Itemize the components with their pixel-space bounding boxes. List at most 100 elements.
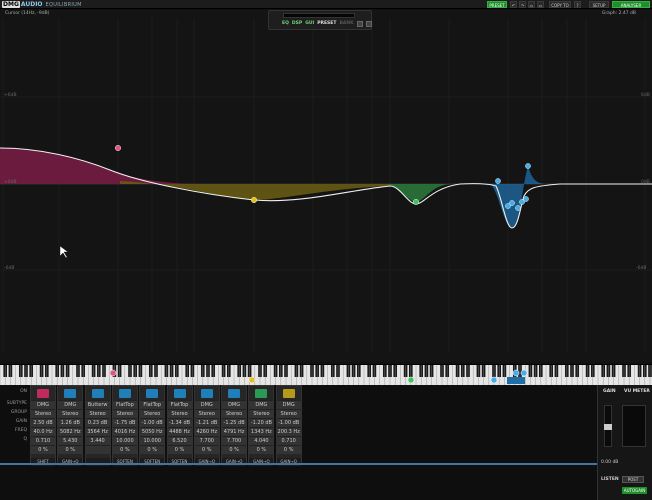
output-gain-fader[interactable]	[604, 405, 612, 447]
band-toggle-icon[interactable]	[113, 386, 137, 400]
piano-marker-cluster[interactable]	[507, 377, 525, 384]
preset-name-field[interactable]	[283, 13, 355, 18]
band-toggle-icon[interactable]	[140, 386, 164, 400]
band-column-1[interactable]: DMG Stereo 2.50 dB 40.0 Hz 0.710 0 % SHIFT	[30, 385, 56, 466]
piano-marker-3[interactable]	[490, 376, 498, 384]
setup-button[interactable]: SETUP	[589, 1, 609, 8]
band-type[interactable]: Butterw	[85, 400, 110, 409]
ab-icon[interactable]: ▭	[528, 1, 535, 8]
band-toggle-icon[interactable]	[168, 386, 192, 400]
band-q[interactable]: 3.440	[85, 436, 110, 445]
gain-value[interactable]: 0.00 dB	[601, 460, 618, 465]
band-type[interactable]: DMG	[194, 400, 219, 409]
band-type[interactable]: FlatTop	[112, 400, 137, 409]
band-group[interactable]: Stereo	[85, 409, 110, 418]
tab-dsp[interactable]: DSP	[292, 21, 302, 27]
band-freq[interactable]: 4016 Hz	[112, 427, 137, 436]
band-gain[interactable]: 2.50 dB	[31, 418, 55, 427]
band-toggle-icon[interactable]	[86, 386, 110, 400]
band-gain[interactable]: -1.75 dB	[112, 418, 137, 427]
band-column-2[interactable]: DMG Stereo 1.26 dB 5082 Hz 5.430 0 % GAIN→Q	[57, 385, 84, 466]
band-gain[interactable]: -1.21 dB	[194, 418, 219, 427]
band-freq[interactable]: 3564 Hz	[85, 427, 110, 436]
piano-marker-10[interactable]	[248, 376, 256, 384]
band-group[interactable]: Stereo	[58, 409, 83, 418]
band-toggle-icon[interactable]	[277, 386, 301, 400]
band-node-5[interactable]	[515, 205, 521, 211]
band-toggle-icon[interactable]	[58, 386, 82, 400]
piano-marker-4[interactable]	[512, 369, 520, 377]
tab-preset[interactable]: PRESET	[317, 21, 336, 27]
band-extra[interactable]: 0 %	[112, 445, 137, 454]
piano-marker-9[interactable]	[407, 376, 415, 384]
band-column-10[interactable]: DMG Stereo -1.00 dB 200.3 Hz 0.710 0 % GAIN→Q	[275, 385, 302, 466]
band-type[interactable]: DMG	[58, 400, 83, 409]
undo-icon[interactable]: ↶	[510, 1, 517, 8]
band-gain[interactable]: 0.23 dB	[85, 418, 110, 427]
band-group[interactable]: Stereo	[249, 409, 274, 418]
band-extra[interactable]: 0 %	[194, 445, 219, 454]
band-type[interactable]: FlatTop	[140, 400, 165, 409]
band-node-3[interactable]	[495, 178, 501, 184]
band-q[interactable]: 10.000	[140, 436, 165, 445]
band-toggle-icon[interactable]	[31, 386, 55, 400]
band-type[interactable]: DMG	[31, 400, 55, 409]
band-extra[interactable]: 0 %	[31, 445, 55, 454]
band-node-1[interactable]	[114, 144, 121, 151]
band-gain[interactable]: -1.20 dB	[249, 418, 274, 427]
save-icon[interactable]	[356, 21, 363, 27]
band-extra[interactable]: 0 %	[222, 445, 247, 454]
load-icon[interactable]	[365, 21, 372, 27]
tab-gui[interactable]: GUI	[305, 21, 314, 27]
band-column-9[interactable]: DMG Stereo -1.20 dB 1343 Hz 4.040 0 % GAIN→Q	[248, 385, 275, 466]
band-freq[interactable]: 4260 Hz	[194, 427, 219, 436]
post-button[interactable]: POST	[622, 476, 644, 483]
band-extra[interactable]	[85, 445, 110, 454]
band-freq[interactable]: 4488 Hz	[167, 427, 192, 436]
band-q[interactable]: 4.040	[249, 436, 274, 445]
band-extra[interactable]: 0 %	[276, 445, 301, 454]
band-toggle-icon[interactable]	[249, 386, 273, 400]
band-group[interactable]: Stereo	[167, 409, 192, 418]
band-q[interactable]: 6.520	[167, 436, 192, 445]
band-column-8[interactable]: DMG Stereo -1.25 dB 4791 Hz 7.700 0 % GAIN→Q	[221, 385, 248, 466]
band-gain[interactable]: 1.26 dB	[58, 418, 83, 427]
tab-eq[interactable]: EQ	[282, 21, 289, 27]
band-q[interactable]: 0.710	[276, 436, 301, 445]
piano-marker-2[interactable]	[520, 369, 528, 377]
band-freq[interactable]: 5082 Hz	[58, 427, 83, 436]
band-group[interactable]: Stereo	[194, 409, 219, 418]
band-gain[interactable]: -1.00 dB	[140, 418, 165, 427]
band-column-7[interactable]: DMG Stereo -1.21 dB 4260 Hz 7.700 0 % GAIN→Q	[193, 385, 220, 466]
band-column-3[interactable]: Butterw Stereo 0.23 dB 3564 Hz 3.440	[84, 385, 111, 466]
band-type[interactable]: FlatTop	[167, 400, 192, 409]
band-toggle-icon[interactable]	[222, 386, 246, 400]
copy-to-button[interactable]: COPY TO	[549, 1, 571, 8]
band-toggle-icon[interactable]	[195, 386, 219, 400]
band-q[interactable]: 5.430	[58, 436, 83, 445]
band-group[interactable]: Stereo	[31, 409, 55, 418]
band-gain[interactable]: -1.00 dB	[276, 418, 301, 427]
band-q[interactable]: 7.700	[222, 436, 247, 445]
band-group[interactable]: Stereo	[222, 409, 247, 418]
band-gain[interactable]: -1.34 dB	[167, 418, 192, 427]
band-type[interactable]: DMG	[222, 400, 247, 409]
tab-bank[interactable]: BANK	[339, 21, 353, 27]
band-column-5[interactable]: FlatTop Stereo -1.00 dB 5050 Hz 10.000 0 % SOF…	[139, 385, 166, 466]
band-q[interactable]: 0.710	[31, 436, 55, 445]
help-icon[interactable]: ?	[574, 1, 581, 8]
eq-graph[interactable]: +6dB +0dB -6dB 6dB 0dB -6dB 10 20 40 60 …	[0, 18, 652, 375]
band-node-8[interactable]	[505, 203, 511, 209]
band-column-4[interactable]: FlatTop Stereo -1.75 dB 4016 Hz 10.000 0 % SOF…	[111, 385, 138, 466]
band-node-10[interactable]	[250, 196, 257, 203]
band-node-7[interactable]	[523, 196, 529, 202]
band-type[interactable]: DMG	[276, 400, 301, 409]
preset-button[interactable]: PRESET	[487, 1, 507, 8]
band-extra[interactable]: 0 %	[167, 445, 192, 454]
piano-marker-1[interactable]	[109, 369, 117, 377]
band-group[interactable]: Stereo	[140, 409, 165, 418]
band-freq[interactable]: 5050 Hz	[140, 427, 165, 436]
band-node-2[interactable]	[525, 163, 531, 169]
band-group[interactable]: Stereo	[112, 409, 137, 418]
band-extra[interactable]: 0 %	[140, 445, 165, 454]
